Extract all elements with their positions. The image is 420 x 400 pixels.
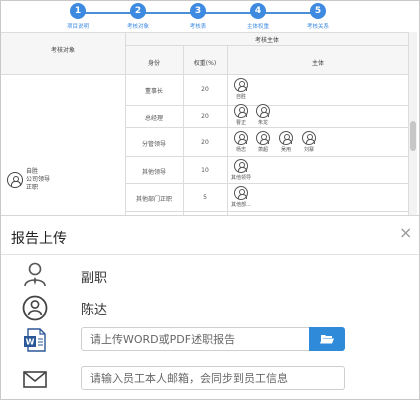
user-circle-icon xyxy=(22,295,48,321)
subject-person[interactable]: 曹正 xyxy=(230,104,252,126)
person-name: 刘寨 xyxy=(303,147,314,153)
step-label: 考核对象 xyxy=(126,24,149,30)
subject-person[interactable]: 自胜 xyxy=(230,78,252,100)
step-4[interactable]: 4 主体权重 xyxy=(228,3,288,30)
assessment-target: 自胜 公司领导 正职 xyxy=(7,168,50,191)
person-name: 萧超 xyxy=(257,147,268,153)
person-name: 其他部... xyxy=(231,202,251,208)
user-circle-icon xyxy=(302,131,316,145)
step-number: 2 xyxy=(130,3,146,19)
step-label: 考核关系 xyxy=(306,24,329,30)
step-label: 考核表 xyxy=(189,24,207,30)
subject-person[interactable]: 萧超 xyxy=(252,131,274,153)
step-label: 项目说明 xyxy=(66,24,89,30)
grid-line xyxy=(125,156,409,157)
row-role: 其他领导 xyxy=(141,169,166,176)
step-number: 5 xyxy=(310,3,326,19)
subject-person[interactable]: 杨志 xyxy=(230,131,252,153)
user-circle-icon xyxy=(256,131,270,145)
person-name: 杨志 xyxy=(235,147,246,153)
dialog-divider xyxy=(1,254,419,255)
step-label: 主体权重 xyxy=(246,24,269,30)
email-input[interactable] xyxy=(81,366,345,390)
user-circle-icon xyxy=(234,159,248,173)
target-info: 自胜 公司领导 正职 xyxy=(26,168,50,192)
stepper: 1 项目说明 2 考核对象 3 考核表 4 主体权重 5 考核关系 xyxy=(1,1,419,31)
grid-line xyxy=(125,32,126,218)
step-2[interactable]: 2 考核对象 xyxy=(108,3,168,30)
dialog-title: 报告上传 xyxy=(11,231,67,247)
svg-text:W: W xyxy=(26,338,35,347)
person-name: 吴用 xyxy=(280,147,291,153)
row-weight: 20 xyxy=(201,86,209,93)
employee-name: 陈达 xyxy=(81,303,108,318)
header-target: 考核对象 xyxy=(50,47,75,54)
grid-line xyxy=(1,74,409,75)
grid-line xyxy=(125,211,409,212)
row-weight: 20 xyxy=(201,139,209,146)
user-circle-icon xyxy=(234,131,248,145)
header-subject: 主体 xyxy=(311,60,324,67)
person-name: 曹正 xyxy=(235,120,246,126)
grid-line xyxy=(183,45,184,218)
window: 1 项目说明 2 考核对象 3 考核表 4 主体权重 5 考核关系 考核对象 考… xyxy=(0,0,420,400)
target-level: 正职 xyxy=(26,184,39,191)
envelope-icon xyxy=(23,371,47,388)
word-file-icon: W xyxy=(24,328,46,352)
row-weight: 5 xyxy=(203,194,207,201)
step-1[interactable]: 1 项目说明 xyxy=(48,3,108,30)
target-department: 公司领导 xyxy=(26,176,51,183)
header-role: 身份 xyxy=(147,60,160,67)
report-upload-dialog: 报告上传 × 副职 陈达 W xyxy=(1,215,419,399)
user-circle-icon xyxy=(234,104,248,118)
row-role: 总经理 xyxy=(144,115,163,122)
step-number: 4 xyxy=(250,3,266,19)
user-circle-icon xyxy=(234,78,248,92)
grid-line xyxy=(125,45,409,46)
grid-line xyxy=(125,183,409,184)
header-subject-group: 考核主体 xyxy=(254,37,279,44)
user-circle-icon xyxy=(279,131,293,145)
grid-line xyxy=(1,32,409,33)
user-circle-icon xyxy=(256,104,270,118)
subject-person[interactable]: 吴用 xyxy=(275,131,297,153)
header-weight: 权重(%) xyxy=(193,60,217,67)
subject-person[interactable]: 其他部... xyxy=(230,186,252,208)
folder-open-icon xyxy=(320,335,334,344)
step-3[interactable]: 3 考核表 xyxy=(168,3,228,30)
person-name: 其他领导 xyxy=(230,175,251,181)
target-name: 自胜 xyxy=(26,168,39,175)
close-icon[interactable]: × xyxy=(399,224,412,242)
person-name: 自胜 xyxy=(235,94,246,100)
position-value: 副职 xyxy=(81,271,108,286)
step-number: 3 xyxy=(190,3,206,19)
subject-person[interactable]: 其他领导 xyxy=(230,159,252,181)
grid-line xyxy=(227,45,228,218)
row-weight: 20 xyxy=(201,113,209,120)
user-circle-icon xyxy=(7,172,23,188)
row-role: 董事长 xyxy=(144,88,163,95)
report-file-input[interactable] xyxy=(81,327,310,351)
grid-line xyxy=(125,127,409,128)
table-scrollbar-thumb[interactable] xyxy=(410,121,416,151)
subject-person[interactable]: 朱龙 xyxy=(252,104,274,126)
step-5[interactable]: 5 考核关系 xyxy=(288,3,348,30)
row-role: 分管领导 xyxy=(141,141,166,148)
subject-person[interactable]: 刘寨 xyxy=(298,131,320,153)
row-weight: 10 xyxy=(201,167,209,174)
upload-button[interactable] xyxy=(309,327,345,351)
person-name: 朱龙 xyxy=(257,120,268,126)
assessment-table: 考核对象 考核主体 身份 权重(%) 主体 自胜 公司领导 正职 董事长 20 xyxy=(1,32,419,218)
row-role: 其他部门正职 xyxy=(135,196,172,203)
position-person-icon xyxy=(24,262,46,287)
user-circle-icon xyxy=(234,186,248,200)
step-number: 1 xyxy=(70,3,86,19)
